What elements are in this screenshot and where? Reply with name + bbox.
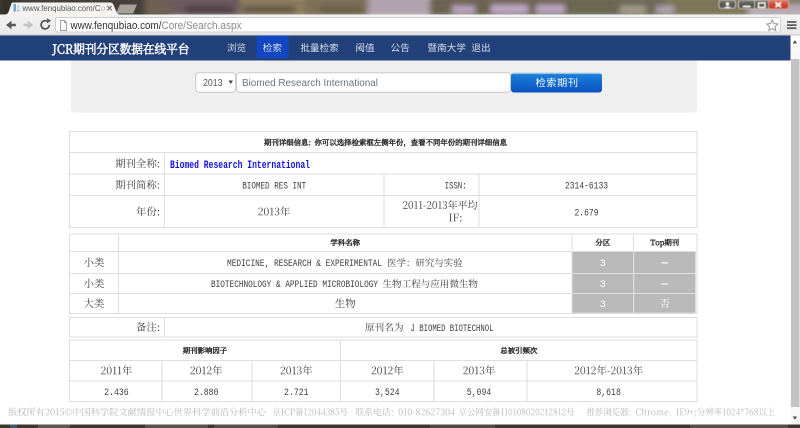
svg-text:2.679: 2.679 bbox=[575, 207, 599, 219]
svg-text:Biomed Research International: Biomed Research International bbox=[170, 160, 310, 172]
svg-text:Biomed Research International: Biomed Research International bbox=[242, 78, 378, 89]
svg-text:3: 3 bbox=[600, 279, 606, 291]
svg-text:5,094: 5,094 bbox=[467, 387, 492, 399]
svg-text:8,618: 8,618 bbox=[596, 387, 621, 399]
svg-text:J BIOMED BIOTECHNOL: J BIOMED BIOTECHNOL bbox=[411, 323, 494, 335]
svg-text:BIOMED RES INT: BIOMED RES INT bbox=[242, 181, 306, 193]
svg-text:2013: 2013 bbox=[203, 78, 223, 89]
svg-text:2.721: 2.721 bbox=[284, 387, 309, 399]
svg-text:3,524: 3,524 bbox=[375, 387, 400, 399]
svg-text:o: o bbox=[101, 3, 106, 13]
svg-text:www.fenqubiao.com/: www.fenqubiao.com/ bbox=[70, 20, 163, 32]
svg-text:3: 3 bbox=[600, 299, 606, 311]
svg-text:2314-6133: 2314-6133 bbox=[565, 181, 608, 193]
svg-text:2.436: 2.436 bbox=[104, 387, 129, 399]
svg-text:ISSN:: ISSN: bbox=[445, 181, 467, 193]
svg-text:BIOTECHNOLOGY & APPLIED MICROB: BIOTECHNOLOGY & APPLIED MICROBIOLOGY bbox=[211, 279, 379, 291]
svg-text:www.fenqubiao.com/C: www.fenqubiao.com/C bbox=[22, 3, 101, 13]
svg-text:Core/Search.aspx: Core/Search.aspx bbox=[162, 20, 242, 32]
svg-text:MEDICINE, RESEARCH & EXPERIMEN: MEDICINE, RESEARCH & EXPERIMENTAL bbox=[227, 258, 382, 270]
svg-text:3: 3 bbox=[600, 258, 606, 270]
svg-text:2.880: 2.880 bbox=[194, 387, 219, 399]
